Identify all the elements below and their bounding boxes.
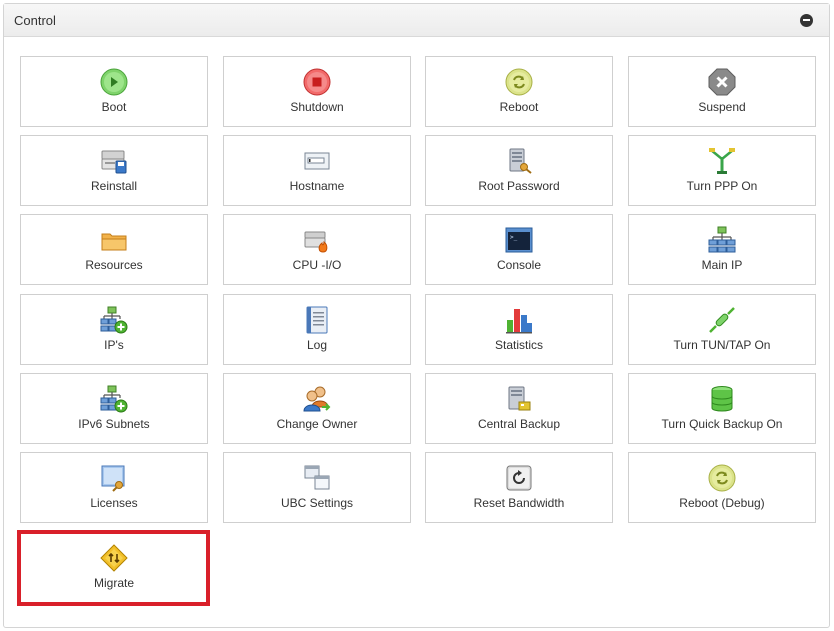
- cpu-io-button[interactable]: CPU -I/O: [223, 214, 411, 285]
- tile-label: Turn TUN/TAP On: [673, 338, 771, 352]
- reset-bandwidth-button[interactable]: Reset Bandwidth: [425, 452, 613, 523]
- stop-icon: [302, 67, 332, 97]
- root-password-button[interactable]: Root Password: [425, 135, 613, 206]
- reset-icon: [504, 463, 534, 493]
- license-icon: [99, 463, 129, 493]
- tile-label: Turn PPP On: [686, 179, 758, 193]
- ppp-icon: [707, 146, 737, 176]
- bar-chart-icon: [504, 305, 534, 335]
- tile-label: Central Backup: [477, 417, 561, 431]
- reboot-icon: [707, 463, 737, 493]
- play-icon: [99, 67, 129, 97]
- tile-label: Resources: [85, 258, 143, 272]
- resources-button[interactable]: Resources: [20, 214, 208, 285]
- panel-title: Control: [14, 12, 56, 28]
- suspend-icon: [707, 67, 737, 97]
- licenses-button[interactable]: Licenses: [20, 452, 208, 523]
- tile-label: Statistics: [494, 338, 543, 352]
- users-icon: [302, 384, 332, 414]
- suspend-button[interactable]: Suspend: [628, 56, 816, 127]
- hostname-icon: [302, 146, 332, 176]
- reboot-debug-button[interactable]: Reboot (Debug): [628, 452, 816, 523]
- console-icon: >_: [504, 225, 534, 255]
- reinstall-icon: [99, 146, 129, 176]
- turn-quick-backup-on-button[interactable]: Turn Quick Backup On: [628, 373, 816, 444]
- tile-label: Suspend: [698, 100, 746, 114]
- tile-label: Reinstall: [90, 179, 138, 193]
- network-icon: [707, 225, 737, 255]
- hostname-button[interactable]: Hostname: [223, 135, 411, 206]
- highlight-box: [17, 530, 210, 606]
- tile-label: Console: [496, 258, 542, 272]
- tile-label: IPv6 Subnets: [78, 417, 150, 431]
- tile-label: Boot: [101, 100, 127, 114]
- turn-tun-tap-on-button[interactable]: Turn TUN/TAP On: [628, 294, 816, 365]
- ubc-settings-button[interactable]: UBC Settings: [223, 452, 411, 523]
- tile-label: Reset Bandwidth: [473, 496, 565, 510]
- log-button[interactable]: Log: [223, 294, 411, 365]
- network-add-icon: [99, 384, 129, 414]
- ips-button[interactable]: IP's: [20, 294, 208, 365]
- tile-label: Licenses: [90, 496, 138, 510]
- main-ip-button[interactable]: Main IP: [628, 214, 816, 285]
- reboot-button[interactable]: Reboot: [425, 56, 613, 127]
- network-add-icon: [99, 305, 129, 335]
- tile-label: CPU -I/O: [292, 258, 342, 272]
- tile-label: Main IP: [701, 258, 743, 272]
- tile-label: Shutdown: [290, 100, 344, 114]
- tile-label: Reboot: [499, 100, 539, 114]
- collapse-icon[interactable]: [800, 13, 813, 27]
- tile-label: Root Password: [478, 179, 560, 193]
- console-button[interactable]: >_ Console: [425, 214, 613, 285]
- plug-icon: [707, 305, 737, 335]
- change-owner-button[interactable]: Change Owner: [223, 373, 411, 444]
- turn-ppp-on-button[interactable]: Turn PPP On: [628, 135, 816, 206]
- reinstall-button[interactable]: Reinstall: [20, 135, 208, 206]
- central-backup-button[interactable]: Central Backup: [425, 373, 613, 444]
- database-icon: [707, 384, 737, 414]
- tile-label: Log: [306, 338, 328, 352]
- boot-button[interactable]: Boot: [20, 56, 208, 127]
- tile-label: Hostname: [289, 179, 345, 193]
- tile-label: Reboot (Debug): [679, 496, 765, 510]
- root-password-icon: [504, 146, 534, 176]
- ipv6-subnets-button[interactable]: IPv6 Subnets: [20, 373, 208, 444]
- tile-label: Turn Quick Backup On: [661, 417, 783, 431]
- folder-icon: [99, 225, 129, 255]
- windows-icon: [302, 463, 332, 493]
- reboot-icon: [504, 67, 534, 97]
- svg-text:>_: >_: [510, 234, 518, 241]
- shutdown-button[interactable]: Shutdown: [223, 56, 411, 127]
- tile-label: UBC Settings: [280, 496, 354, 510]
- tile-label: Change Owner: [276, 417, 358, 431]
- cpu-io-icon: [302, 225, 332, 255]
- tile-label: IP's: [104, 338, 124, 352]
- backup-icon: [504, 384, 534, 414]
- panel-header: Control: [4, 4, 829, 37]
- log-icon: [302, 305, 332, 335]
- statistics-button[interactable]: Statistics: [425, 294, 613, 365]
